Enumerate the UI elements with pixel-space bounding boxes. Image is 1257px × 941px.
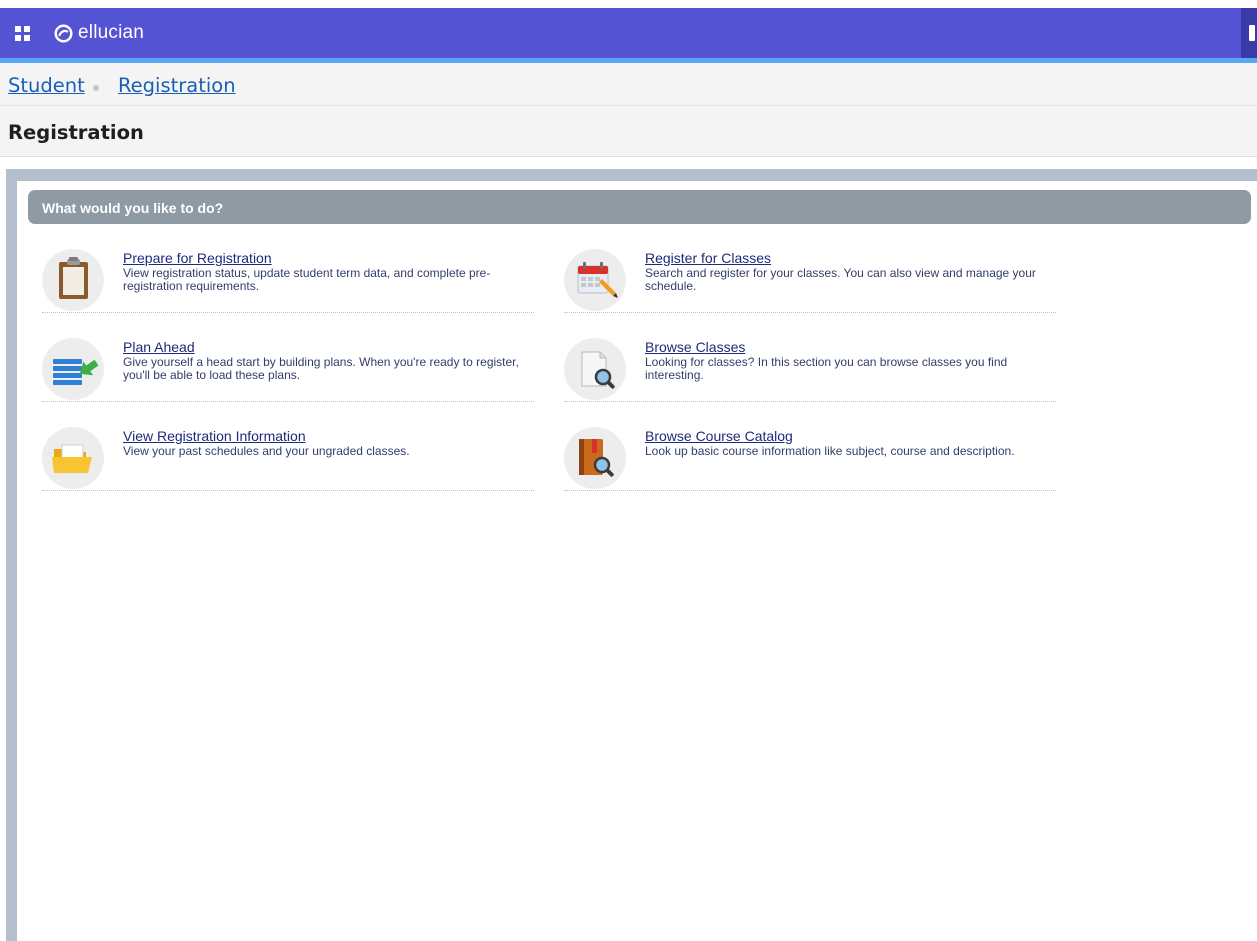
- brand-name: ellucian: [78, 22, 145, 43]
- browse-course-catalog-description: Look up basic course information like su…: [645, 444, 1015, 458]
- register-for-classes-link[interactable]: Register for Classes: [645, 250, 771, 266]
- clipboard-icon[interactable]: [42, 249, 104, 311]
- grid-menu-icon[interactable]: [15, 26, 30, 41]
- tools-icon: [1249, 25, 1255, 41]
- breadcrumb-student-link[interactable]: Student: [8, 74, 85, 97]
- breadcrumb: Student Registration: [0, 63, 1257, 106]
- browse-classes-description: Looking for classes? In this section you…: [645, 355, 1008, 382]
- prepare-for-registration-description: View registration status, update student…: [123, 266, 491, 293]
- section-title: What would you like to do?: [42, 200, 224, 216]
- menu-item-plan-ahead: Plan Ahead Give yourself a head start by…: [42, 338, 534, 402]
- breadcrumb-separator-dot: [93, 85, 99, 91]
- prepare-for-registration-link[interactable]: Prepare for Registration: [123, 250, 272, 266]
- book-magnifier-icon[interactable]: [564, 427, 626, 489]
- page-title: Registration: [8, 121, 144, 144]
- folder-icon[interactable]: [42, 427, 104, 489]
- plan-ahead-description: Give yourself a head start by building p…: [123, 355, 519, 382]
- browse-course-catalog-link[interactable]: Browse Course Catalog: [645, 428, 793, 444]
- view-registration-information-description: View your past schedules and your ungrad…: [123, 444, 410, 458]
- ellucian-logo-icon: [54, 23, 73, 43]
- tools-menu-edge[interactable]: [1241, 8, 1257, 58]
- register-for-classes-description: Search and register for your classes. Yo…: [645, 266, 1036, 293]
- list-arrow-icon[interactable]: [42, 338, 104, 400]
- document-magnifier-icon[interactable]: [564, 338, 626, 400]
- section-header: What would you like to do?: [28, 190, 1251, 224]
- plan-ahead-link[interactable]: Plan Ahead: [123, 339, 195, 355]
- menu-item-view-registration-information: View Registration Information View your …: [42, 427, 534, 491]
- ellucian-logo[interactable]: ellucian: [54, 22, 144, 44]
- view-registration-information-link[interactable]: View Registration Information: [123, 428, 306, 444]
- calendar-pencil-icon[interactable]: [564, 249, 626, 311]
- page-title-bar: Registration: [0, 106, 1257, 157]
- menu-item-browse-classes: Browse Classes Looking for classes? In t…: [564, 338, 1056, 402]
- menu-item-register-classes: Register for Classes Search and register…: [564, 249, 1056, 313]
- top-navigation-bar: ellucian: [0, 8, 1257, 58]
- menu-item-prepare-registration: Prepare for Registration View registrati…: [42, 249, 534, 313]
- browse-classes-link[interactable]: Browse Classes: [645, 339, 745, 355]
- menu-item-browse-course-catalog: Browse Course Catalog Look up basic cour…: [564, 427, 1056, 491]
- breadcrumb-registration-link[interactable]: Registration: [118, 74, 236, 97]
